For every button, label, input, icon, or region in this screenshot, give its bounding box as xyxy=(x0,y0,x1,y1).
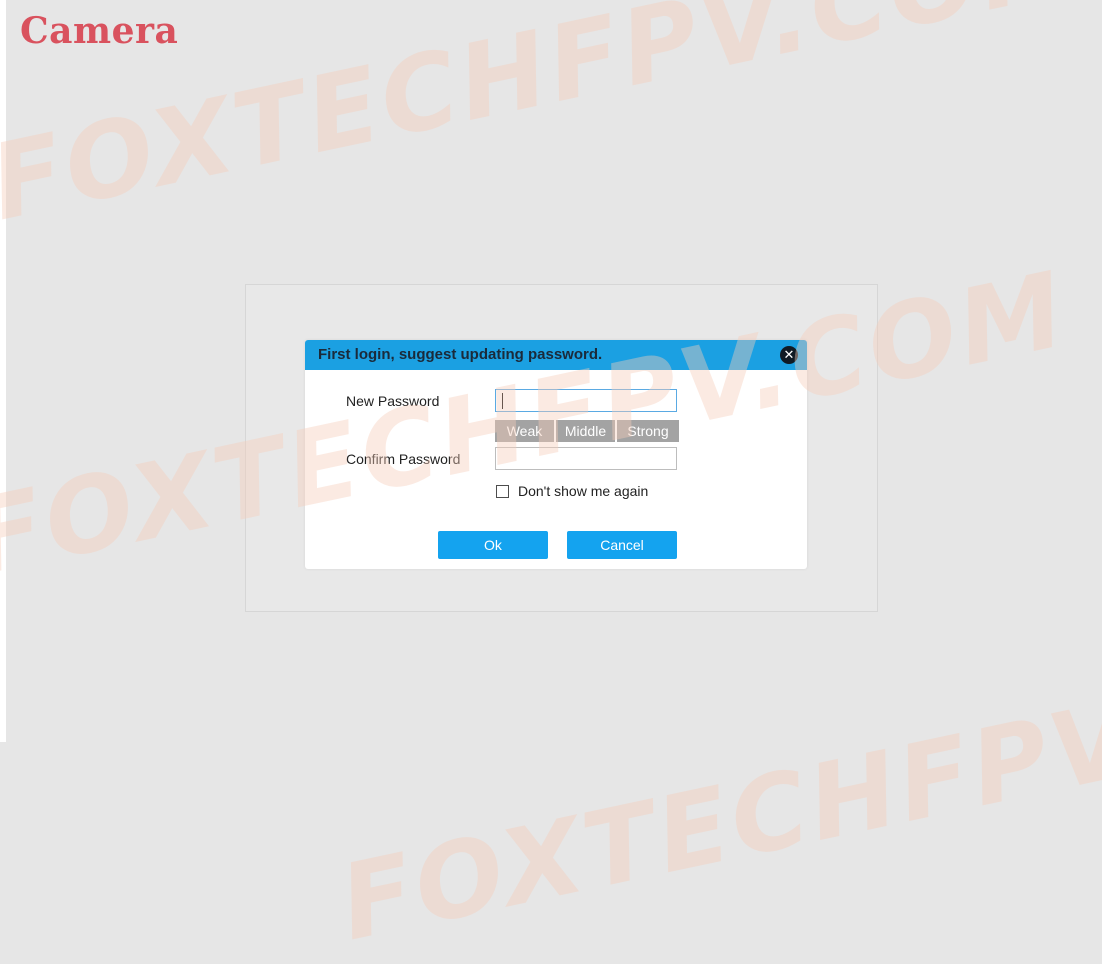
strength-strong: Strong xyxy=(617,420,679,442)
ok-button[interactable]: Ok xyxy=(438,531,548,559)
strength-weak: Weak xyxy=(495,420,554,442)
dialog-title: First login, suggest updating password. xyxy=(318,346,603,363)
dont-show-again-checkbox[interactable] xyxy=(496,484,509,498)
strength-middle: Middle xyxy=(556,420,615,442)
confirm-password-input[interactable] xyxy=(495,447,677,470)
new-password-input[interactable] xyxy=(495,389,677,412)
watermark-text: FOXTECHFPV.COM xyxy=(330,612,1102,964)
dont-show-again-label[interactable]: Don't show me again xyxy=(518,483,648,499)
confirm-password-label: Confirm Password xyxy=(346,451,461,467)
cancel-button[interactable]: Cancel xyxy=(567,531,677,559)
text-cursor xyxy=(502,393,503,409)
dialog-header: First login, suggest updating password. … xyxy=(305,340,807,370)
left-edge xyxy=(0,0,6,742)
password-dialog: First login, suggest updating password. … xyxy=(305,340,807,569)
close-icon[interactable]: ✕ xyxy=(780,346,798,364)
camera-logo: Camera xyxy=(20,10,179,52)
password-strength-meter: Weak Middle Strong xyxy=(495,420,679,442)
dont-show-again-row[interactable]: Don't show me again xyxy=(496,482,648,500)
new-password-label: New Password xyxy=(346,393,440,409)
